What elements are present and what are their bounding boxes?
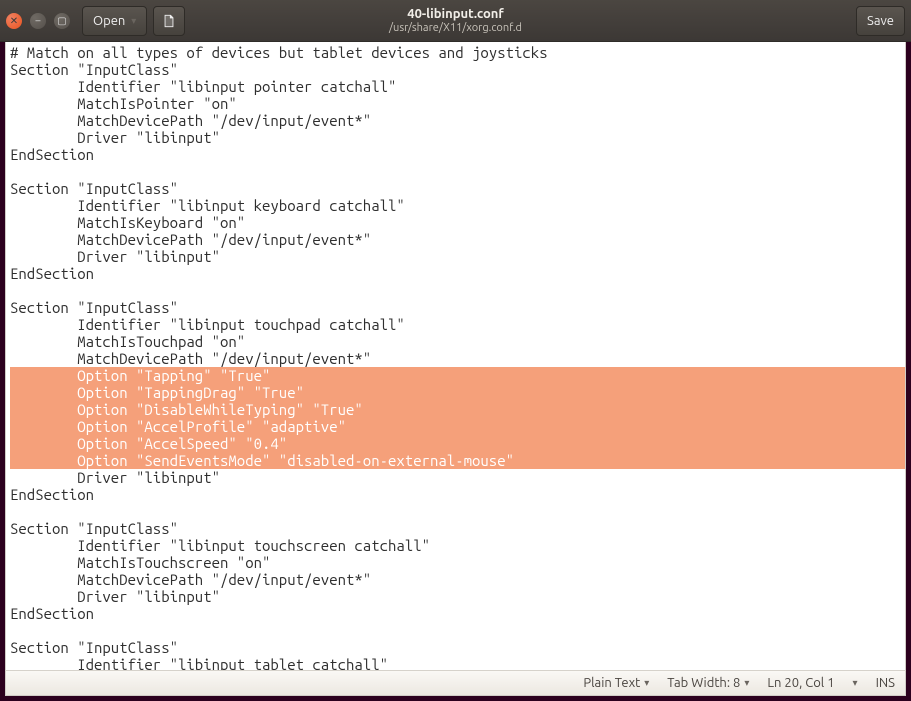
code-line[interactable] [10, 503, 905, 520]
code-line[interactable]: Identifier "libinput tablet catchall" [10, 656, 905, 670]
titlebar: ✕ – ▢ Open ▾ 40-libinput.conf /usr/share… [0, 0, 911, 42]
code-line[interactable]: Section "InputClass" [10, 520, 905, 537]
tab-width-label: Tab Width: 8 [667, 676, 740, 690]
cursor-position-label: Ln 20, Col 1 [767, 676, 834, 690]
code-line[interactable]: Identifier "libinput touchscreen catchal… [10, 537, 905, 554]
code-line[interactable]: Identifier "libinput keyboard catchall" [10, 197, 905, 214]
editor-viewport[interactable]: # Match on all types of devices but tabl… [5, 42, 906, 670]
code-line[interactable]: Option "DisableWhileTyping" "True" [10, 401, 905, 418]
editor-content[interactable]: # Match on all types of devices but tabl… [6, 42, 905, 670]
code-line[interactable] [10, 282, 905, 299]
code-line[interactable]: MatchIsKeyboard "on" [10, 214, 905, 231]
minimize-icon[interactable]: – [30, 13, 46, 29]
code-line[interactable]: Section "InputClass" [10, 180, 905, 197]
code-line[interactable] [10, 163, 905, 180]
code-line[interactable]: Option "SendEventsMode" "disabled-on-ext… [10, 452, 905, 469]
new-document-icon [162, 14, 176, 28]
open-button[interactable]: Open ▾ [82, 6, 147, 36]
save-button[interactable]: Save [856, 6, 905, 36]
code-line[interactable]: Identifier "libinput pointer catchall" [10, 78, 905, 95]
code-line[interactable]: MatchIsTouchpad "on" [10, 333, 905, 350]
insert-mode-label: INS [876, 676, 895, 690]
statusbar-menu[interactable]: ▾ [853, 677, 858, 689]
code-line[interactable]: Option "AccelSpeed" "0.4" [10, 435, 905, 452]
chevron-down-icon: ▾ [853, 677, 858, 689]
code-line[interactable]: Option "Tapping" "True" [10, 367, 905, 384]
code-line[interactable]: Option "AccelProfile" "adaptive" [10, 418, 905, 435]
code-line[interactable]: Driver "libinput" [10, 469, 905, 486]
code-line[interactable]: Section "InputClass" [10, 639, 905, 656]
new-document-button[interactable] [153, 6, 185, 36]
close-icon[interactable]: ✕ [6, 13, 22, 29]
tab-width-selector[interactable]: Tab Width: 8 ▾ [667, 676, 749, 690]
syntax-mode-label: Plain Text [583, 676, 640, 690]
statusbar: Plain Text ▾ Tab Width: 8 ▾ Ln 20, Col 1… [5, 670, 906, 696]
code-line[interactable] [10, 622, 905, 639]
code-line[interactable]: # Match on all types of devices but tabl… [10, 44, 905, 61]
cursor-position[interactable]: Ln 20, Col 1 [767, 676, 834, 690]
code-line[interactable]: MatchIsTouchscreen "on" [10, 554, 905, 571]
window-controls: ✕ – ▢ [6, 13, 70, 29]
maximize-icon[interactable]: ▢ [54, 13, 70, 29]
code-line[interactable]: EndSection [10, 265, 905, 282]
chevron-down-icon: ▾ [744, 677, 749, 689]
chevron-down-icon: ▾ [131, 15, 136, 27]
code-line[interactable]: Driver "libinput" [10, 248, 905, 265]
code-line[interactable]: Identifier "libinput touchpad catchall" [10, 316, 905, 333]
code-line[interactable]: Option "TappingDrag" "True" [10, 384, 905, 401]
code-line[interactable]: MatchDevicePath "/dev/input/event*" [10, 231, 905, 248]
open-button-label: Open [93, 14, 125, 28]
code-line[interactable]: MatchDevicePath "/dev/input/event*" [10, 350, 905, 367]
code-line[interactable]: Section "InputClass" [10, 61, 905, 78]
code-line[interactable]: EndSection [10, 486, 905, 503]
code-line[interactable]: MatchIsPointer "on" [10, 95, 905, 112]
code-line[interactable]: EndSection [10, 146, 905, 163]
code-line[interactable]: MatchDevicePath "/dev/input/event*" [10, 571, 905, 588]
code-line[interactable]: EndSection [10, 605, 905, 622]
chevron-down-icon: ▾ [644, 677, 649, 689]
syntax-mode-selector[interactable]: Plain Text ▾ [583, 676, 649, 690]
save-button-label: Save [867, 14, 894, 28]
insert-mode[interactable]: INS [876, 676, 895, 690]
code-line[interactable]: Driver "libinput" [10, 588, 905, 605]
code-line[interactable]: Section "InputClass" [10, 299, 905, 316]
code-line[interactable]: Driver "libinput" [10, 129, 905, 146]
code-line[interactable]: MatchDevicePath "/dev/input/event*" [10, 112, 905, 129]
